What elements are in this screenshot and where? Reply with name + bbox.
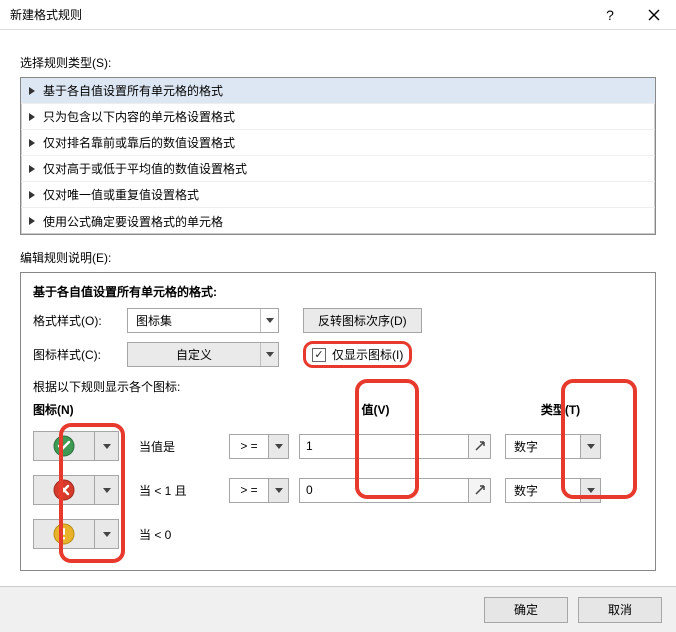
icon-picker-caret[interactable]: [95, 519, 119, 549]
list-marker-icon: [29, 217, 35, 225]
chevron-down-icon: [580, 479, 600, 502]
format-style-value: 图标集: [128, 309, 260, 332]
rule-type-item[interactable]: 仅对唯一值或重复值设置格式: [21, 182, 655, 208]
value-input[interactable]: [300, 479, 468, 502]
col-icon-header: 图标(N): [33, 401, 273, 418]
format-style-combo[interactable]: 图标集: [127, 308, 279, 333]
type-combo[interactable]: 数字: [505, 434, 601, 459]
icon-rule-row: 当 < 1 且 > = 数字: [33, 468, 643, 512]
rule-type-item[interactable]: 仅对排名靠前或靠后的数值设置格式: [21, 130, 655, 156]
when-label: 当 < 1 且: [139, 482, 229, 499]
chevron-down-icon: [580, 435, 600, 458]
edit-rule-desc-label: 编辑规则说明(E):: [20, 249, 656, 266]
rule-edit-panel: 基于各自值设置所有单元格的格式: 格式样式(O): 图标集 反转图标次序(D) …: [20, 272, 656, 571]
icon-rule-row: 当 < 0: [33, 512, 643, 556]
reverse-icon-order-button[interactable]: 反转图标次序(D): [303, 308, 422, 333]
rule-type-item[interactable]: 只为包含以下内容的单元格设置格式: [21, 104, 655, 130]
icon-picker[interactable]: [33, 431, 95, 461]
chevron-down-icon: [268, 479, 288, 502]
icon-style-label: 图标样式(C):: [33, 346, 119, 363]
range-picker-button[interactable]: [468, 435, 490, 458]
select-rule-type-label: 选择规则类型(S):: [20, 54, 656, 71]
value-input-wrap: [299, 478, 491, 503]
icon-style-value: 自定义: [128, 343, 260, 366]
icon-style-combo[interactable]: 自定义: [127, 342, 279, 367]
list-marker-icon: [29, 191, 35, 199]
col-type-header: 类型(T): [478, 401, 643, 418]
icon-picker[interactable]: [33, 519, 95, 549]
icon-picker-caret[interactable]: [95, 475, 119, 505]
cross-circle-icon: [53, 479, 75, 501]
range-picker-icon: [474, 484, 486, 496]
ok-button[interactable]: 确定: [484, 597, 568, 623]
col-value-header: 值(V): [273, 401, 478, 418]
close-icon: [648, 9, 660, 21]
range-picker-button[interactable]: [468, 479, 490, 502]
rule-type-item[interactable]: 使用公式确定要设置格式的单元格: [21, 208, 655, 234]
titlebar: 新建格式规则 ?: [0, 0, 676, 30]
list-marker-icon: [29, 113, 35, 121]
warning-circle-icon: [53, 523, 75, 545]
check-circle-icon: [53, 435, 75, 457]
show-icon-only-checkbox[interactable]: ✓: [312, 348, 326, 362]
dialog-footer: 确定 取消: [0, 586, 676, 632]
operator-combo[interactable]: > =: [229, 478, 289, 503]
value-input-wrap: [299, 434, 491, 459]
chevron-down-icon: [260, 309, 278, 332]
list-marker-icon: [29, 165, 35, 173]
format-style-label: 格式样式(O):: [33, 312, 119, 329]
operator-combo[interactable]: > =: [229, 434, 289, 459]
when-label: 当 < 0: [139, 526, 229, 543]
when-label: 当值是: [139, 438, 229, 455]
type-combo[interactable]: 数字: [505, 478, 601, 503]
show-icon-only-label: 仅显示图标(I): [332, 346, 403, 363]
list-marker-icon: [29, 139, 35, 147]
window-title: 新建格式规则: [10, 6, 588, 23]
show-icon-only-highlight: ✓ 仅显示图标(I): [303, 341, 412, 368]
panel-heading: 基于各自值设置所有单元格的格式:: [33, 283, 643, 300]
icon-picker-caret[interactable]: [95, 431, 119, 461]
icon-rule-row: 当值是 > = 数字: [33, 424, 643, 468]
cancel-button[interactable]: 取消: [578, 597, 662, 623]
close-button[interactable]: [632, 0, 676, 30]
rule-type-item[interactable]: 仅对高于或低于平均值的数值设置格式: [21, 156, 655, 182]
value-input[interactable]: [300, 435, 468, 458]
rule-hint: 根据以下规则显示各个图标:: [33, 378, 643, 395]
chevron-down-icon: [260, 343, 278, 366]
help-button[interactable]: ?: [588, 0, 632, 30]
icon-picker[interactable]: [33, 475, 95, 505]
rule-type-list[interactable]: 基于各自值设置所有单元格的格式 只为包含以下内容的单元格设置格式 仅对排名靠前或…: [20, 77, 656, 235]
list-marker-icon: [29, 87, 35, 95]
range-picker-icon: [474, 440, 486, 452]
rule-type-item[interactable]: 基于各自值设置所有单元格的格式: [21, 78, 655, 104]
chevron-down-icon: [268, 435, 288, 458]
